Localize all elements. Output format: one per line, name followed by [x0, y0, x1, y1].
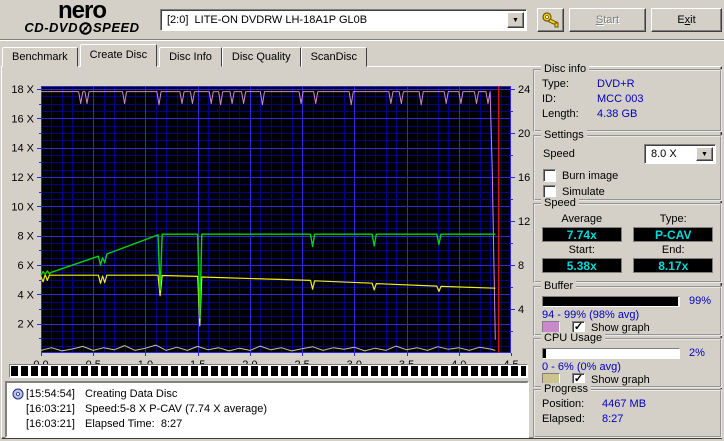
- buffer-range: 94 - 99% (98% avg): [542, 309, 639, 321]
- buffer-percent: 99%: [689, 295, 711, 307]
- log-entry: [16:03:21] Speed:5-8 X P-CAV (7.74 X ave…: [9, 401, 525, 416]
- speed-select-label: Speed: [543, 148, 575, 160]
- group-title: Speed: [541, 197, 579, 209]
- progress-group: Progress Position: 4467 MB Elapsed: 8:27: [533, 389, 722, 438]
- speed-type-value: P-CAV: [633, 227, 713, 242]
- end-label: End:: [662, 244, 685, 256]
- svg-text:4: 4: [518, 304, 524, 316]
- start-speed-value: 5.38x: [542, 258, 622, 273]
- burn-progress-bar: [9, 364, 528, 378]
- tab-disc-info[interactable]: Disc Info: [159, 47, 222, 67]
- drive-select[interactable]: [2:0] LITE-ON DVDRW LH-18A1P GL0B ▼: [160, 9, 527, 31]
- disc-id-row: ID: MCC 003: [535, 93, 720, 105]
- create-disc-chart: 2 X 4 X 6 X 8 X 10 X 12 X 14 X 16 X 18 X 4 8 12 16 20…: [8, 77, 534, 377]
- options-button[interactable]: [537, 8, 564, 32]
- cpu-percent: 2%: [689, 347, 705, 359]
- tab-scandisc[interactable]: ScanDisc: [301, 47, 367, 67]
- exit-button[interactable]: Exit: [651, 8, 722, 32]
- disc-length-row: Length: 4.38 GB: [535, 108, 720, 120]
- product-name-left: CD-DVD: [24, 21, 78, 35]
- group-title: Buffer: [541, 280, 576, 292]
- disc-logo-icon: [79, 22, 92, 35]
- chevron-down-icon: ▼: [512, 17, 519, 24]
- speed-group: Speed Average Type: 7.74x P-CAV Start: E…: [533, 203, 722, 283]
- tab-benchmark[interactable]: Benchmark: [2, 47, 78, 67]
- start-button[interactable]: Start: [569, 8, 646, 32]
- svg-text:6 X: 6 X: [17, 260, 34, 272]
- disc-type-row: Type: DVD+R: [535, 78, 720, 90]
- product-name-right: SPEED: [93, 21, 140, 35]
- svg-text:2 X: 2 X: [17, 319, 34, 331]
- group-title: Progress: [541, 383, 591, 395]
- svg-text:4 X: 4 X: [17, 289, 34, 301]
- svg-text:8: 8: [518, 260, 524, 272]
- burn-progress-fill: [11, 366, 526, 376]
- svg-text:16 X: 16 X: [11, 113, 34, 125]
- average-label: Average: [561, 213, 602, 225]
- svg-text:24: 24: [518, 84, 530, 96]
- group-title: CPU Usage: [541, 332, 605, 344]
- svg-text:12: 12: [518, 216, 530, 228]
- elapsed-row: Elapsed: 8:27: [535, 413, 720, 425]
- nero-logo-text: nero: [6, 1, 158, 21]
- drive-select-value: [2:0] LITE-ON DVDRW LH-18A1P GL0B: [167, 14, 367, 26]
- log-entry: [16:03:21] Elapsed Time: 8:27: [9, 416, 525, 431]
- log-disc-icon: [12, 388, 24, 400]
- svg-text:20: 20: [518, 128, 530, 140]
- svg-text:8 X: 8 X: [17, 231, 34, 243]
- average-speed-value: 7.74x: [542, 227, 622, 242]
- svg-text:12 X: 12 X: [11, 172, 34, 184]
- group-title: Settings: [541, 129, 587, 141]
- tab-bar: Benchmark Create Disc Disc Info Disc Qua…: [2, 44, 367, 67]
- cpu-bar: [542, 348, 680, 359]
- check-icon: ✓: [574, 374, 583, 384]
- svg-text:10 X: 10 X: [11, 201, 34, 213]
- nero-logo: nero CD-DVD SPEED: [6, 1, 158, 38]
- create-disc-panel: 2 X 4 X 6 X 8 X 10 X 12 X 14 X 16 X 18 X 4 8 12 16 20…: [1, 66, 722, 439]
- log-entry: [15:54:54] Creating Data Disc: [9, 386, 525, 401]
- svg-text:16: 16: [518, 172, 530, 184]
- speed-select-arrow[interactable]: ▼: [696, 147, 713, 161]
- svg-text:18 X: 18 X: [11, 84, 34, 96]
- chevron-down-icon: ▼: [701, 151, 708, 158]
- burn-image-option: Burn image: [543, 169, 618, 182]
- cpu-range: 0 - 6% (0% avg): [542, 361, 621, 373]
- toolbar-divider: [0, 39, 724, 41]
- drive-select-arrow[interactable]: ▼: [507, 12, 524, 28]
- burn-image-checkbox[interactable]: [543, 169, 556, 182]
- cpu-usage-group: CPU Usage 2% 0 - 6% (0% avg) ✓ Show grap…: [533, 338, 722, 388]
- type-label: Type:: [660, 213, 687, 225]
- keys-icon: [541, 11, 561, 29]
- speed-select-value: 8.0 X: [651, 148, 677, 160]
- group-title: Disc info: [541, 63, 589, 75]
- buffer-group: Buffer 99% 94 - 99% (98% avg) ✓ Show gra…: [533, 286, 722, 336]
- tab-create-disc[interactable]: Create Disc: [80, 44, 157, 67]
- start-label: Start:: [569, 244, 595, 256]
- svg-text:14 X: 14 X: [11, 143, 34, 155]
- settings-group: Settings Speed 8.0 X ▼ Burn image Simula…: [533, 135, 722, 201]
- buffer-bar: [542, 296, 680, 307]
- check-icon: ✓: [574, 322, 583, 332]
- log-box: [15:54:54] Creating Data Disc [16:03:21]…: [5, 381, 529, 438]
- position-row: Position: 4467 MB: [535, 398, 720, 410]
- tab-disc-quality[interactable]: Disc Quality: [222, 47, 301, 67]
- disc-info-group: Disc info Type: DVD+R ID: MCC 003 Length…: [533, 69, 722, 132]
- end-speed-value: 8.17x: [633, 258, 713, 273]
- nero-cd-dvd-speed-window: nero CD-DVD SPEED [2:0] LITE-ON DVDRW LH…: [0, 0, 724, 441]
- speed-select[interactable]: 8.0 X ▼: [644, 144, 716, 164]
